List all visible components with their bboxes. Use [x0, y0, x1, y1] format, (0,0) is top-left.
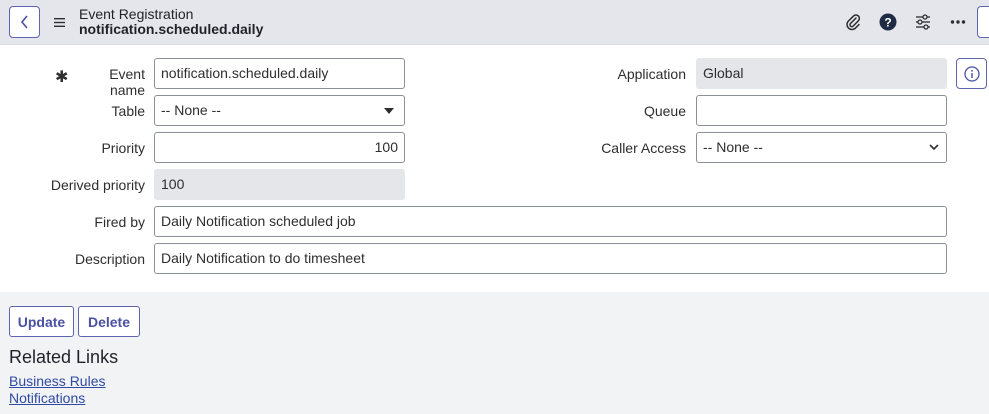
- info-icon: [963, 65, 980, 82]
- description-label: Description: [74, 251, 145, 267]
- event-name-label: Event name: [109, 66, 145, 98]
- delete-button[interactable]: Delete: [78, 306, 140, 337]
- application-label: Application: [617, 66, 687, 82]
- related-link-business-rules[interactable]: Business Rules: [9, 373, 106, 389]
- priority-label: Priority: [101, 140, 145, 156]
- derived-priority-label: Derived priority: [50, 177, 145, 193]
- back-button[interactable]: [9, 6, 40, 38]
- header-overflow-button[interactable]: [977, 6, 989, 38]
- priority-input[interactable]: 100: [154, 132, 405, 163]
- settings-sliders-icon[interactable]: [913, 12, 933, 32]
- page-title-record: notification.scheduled.daily: [79, 21, 264, 37]
- caller-access-select-value: -- None --: [703, 139, 763, 155]
- page-title: Event Registration notification.schedule…: [79, 7, 263, 37]
- related-links-title: Related Links: [9, 347, 119, 367]
- form-header: Event Registration notification.schedule…: [0, 0, 989, 45]
- table-label: Table: [111, 103, 145, 119]
- caller-access-label: Caller Access: [601, 140, 686, 156]
- svg-text:?: ?: [884, 16, 891, 30]
- mandatory-icon: ✱: [55, 69, 69, 86]
- caller-access-select[interactable]: -- None --: [696, 132, 947, 163]
- page-title-type: Event Registration: [79, 6, 194, 22]
- description-input[interactable]: Daily Notification to do timesheet: [154, 243, 947, 274]
- menu-icon[interactable]: [52, 13, 66, 31]
- help-icon[interactable]: ?: [878, 12, 898, 32]
- table-select[interactable]: -- None --: [154, 95, 405, 126]
- event-name-input[interactable]: notification.scheduled.daily: [154, 58, 405, 89]
- queue-input[interactable]: [696, 95, 947, 126]
- related-link-notifications[interactable]: Notifications: [9, 390, 85, 406]
- fired-by-label: Fired by: [94, 214, 145, 230]
- fired-by-input[interactable]: Daily Notification scheduled job: [154, 206, 947, 237]
- chevron-down-icon: [929, 144, 939, 151]
- application-value: Global: [696, 58, 947, 89]
- queue-label: Queue: [643, 103, 686, 119]
- update-button[interactable]: Update: [9, 306, 74, 337]
- form-footer: [0, 292, 989, 414]
- application-info-button[interactable]: [956, 58, 987, 89]
- back-icon: [20, 15, 28, 29]
- paperclip-icon[interactable]: [843, 12, 863, 32]
- derived-priority-value: 100: [154, 169, 405, 200]
- more-icon[interactable]: [948, 12, 968, 32]
- table-select-value: -- None --: [161, 102, 221, 118]
- caret-down-icon: [384, 108, 394, 114]
